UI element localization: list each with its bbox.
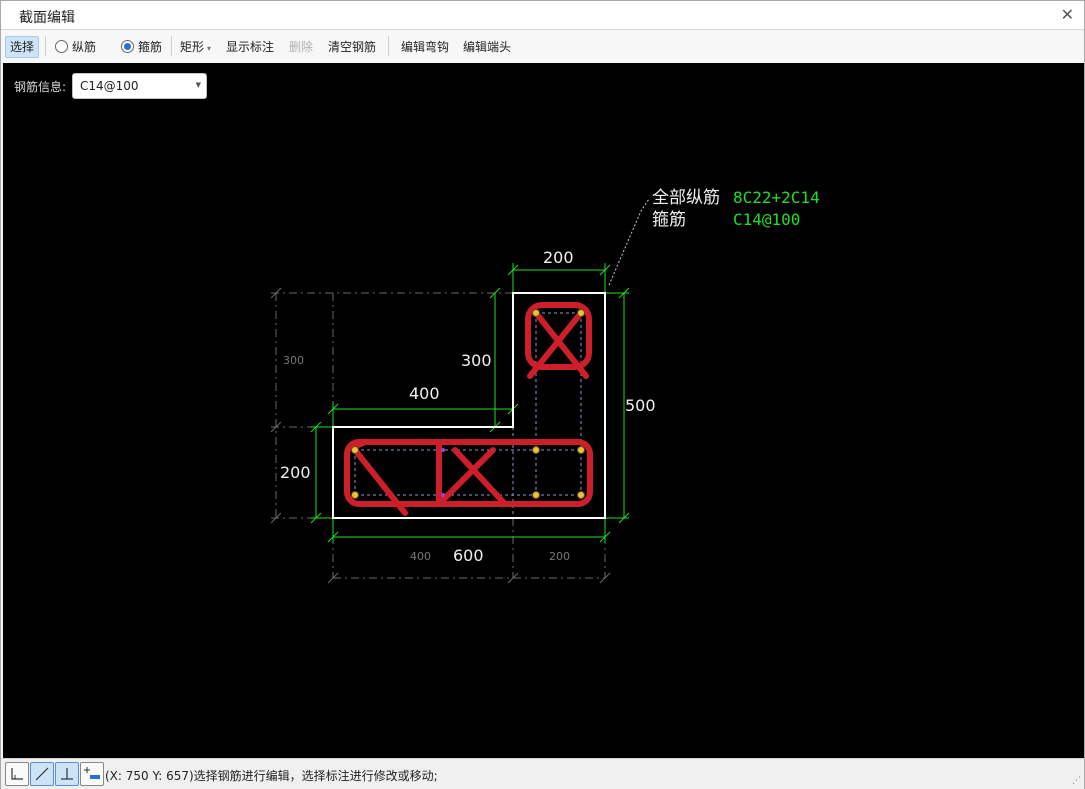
delete-button[interactable]: 删除: [289, 37, 313, 57]
dim-left-200[interactable]: 200: [280, 463, 311, 482]
section-drawing[interactable]: 300 400 200 200 300 400 500 200 600 全部纵筋…: [3, 63, 1084, 758]
edit-end-button[interactable]: 编辑端头: [463, 37, 511, 57]
toolbar: 选择 纵筋 箍筋 矩形 ▾ 显示标注 删除 清空钢筋 编辑弯钩 编辑端头: [1, 30, 1084, 62]
drawing-canvas[interactable]: 钢筋信息: C14@100 ▼ 300 400 200 200 300 400 …: [3, 63, 1084, 758]
show-dimensions-button[interactable]: 显示标注: [226, 37, 274, 57]
toolbar-separator: [171, 36, 172, 56]
status-text: (X: 750 Y: 657)选择钢筋进行编辑，选择标注进行修改或移动;: [105, 769, 438, 783]
annotation-stirrup-label[interactable]: 箍筋: [652, 210, 686, 230]
add-dimension-icon[interactable]: [80, 762, 104, 786]
section-outline[interactable]: [332, 292, 606, 519]
annotation-longitudinal-value[interactable]: 8C22+2C14: [733, 188, 820, 207]
edit-hook-button[interactable]: 编辑弯钩: [401, 37, 449, 57]
radio-checked-icon: [121, 40, 134, 53]
toolbar-separator: [45, 36, 46, 56]
shape-dropdown-label: 矩形: [180, 40, 205, 54]
close-icon[interactable]: ✕: [1061, 5, 1074, 24]
annotation-leader-line: [608, 198, 650, 286]
line-snap-icon[interactable]: [30, 762, 54, 786]
ghost-dim-200: 200: [549, 550, 570, 563]
ghost-dim-300: 300: [283, 354, 304, 367]
perpendicular-icon[interactable]: [55, 762, 79, 786]
window-title: 截面编辑: [19, 10, 75, 26]
dim-horizontal-400[interactable]: 400: [409, 384, 440, 403]
ghost-dim-400: 400: [410, 550, 431, 563]
radio-stirrup-label: 箍筋: [138, 40, 163, 54]
toolbar-separator: [388, 36, 389, 56]
clear-rebar-button[interactable]: 清空钢筋: [328, 37, 376, 57]
rebar-centre-lines: [354, 312, 582, 518]
corner-snap-icon[interactable]: [5, 762, 29, 786]
resize-grip-icon[interactable]: ⋰: [1072, 776, 1081, 786]
select-button[interactable]: 选择: [5, 36, 40, 58]
title-bar: 截面编辑 ✕: [1, 1, 1084, 30]
shape-dropdown[interactable]: 矩形 ▾: [180, 37, 211, 57]
annotation-longitudinal-label[interactable]: 全部纵筋: [652, 188, 720, 208]
annotation-stirrup-value[interactable]: C14@100: [733, 210, 800, 229]
dim-right-500[interactable]: 500: [625, 396, 656, 415]
status-bar: (X: 750 Y: 657)选择钢筋进行编辑，选择标注进行修改或移动; ⋰: [1, 758, 1084, 789]
radio-unchecked-icon: [55, 40, 68, 53]
section-editor-window: 截面编辑 ✕ 选择 纵筋 箍筋 矩形 ▾ 显示标注 删除 清空钢筋 编辑弯钩 编辑…: [0, 0, 1085, 789]
longitudinal-bars[interactable]: [351, 309, 585, 499]
dropdown-caret-icon: ▾: [207, 44, 212, 53]
dim-bottom-600[interactable]: 600: [453, 546, 484, 565]
dim-vertical-300[interactable]: 300: [461, 351, 492, 370]
dim-top-200[interactable]: 200: [543, 248, 574, 267]
radio-longitudinal-label: 纵筋: [72, 40, 97, 54]
construction-ticks: [270, 287, 611, 584]
radio-stirrup[interactable]: 箍筋: [121, 37, 162, 57]
radio-longitudinal[interactable]: 纵筋: [55, 37, 96, 57]
